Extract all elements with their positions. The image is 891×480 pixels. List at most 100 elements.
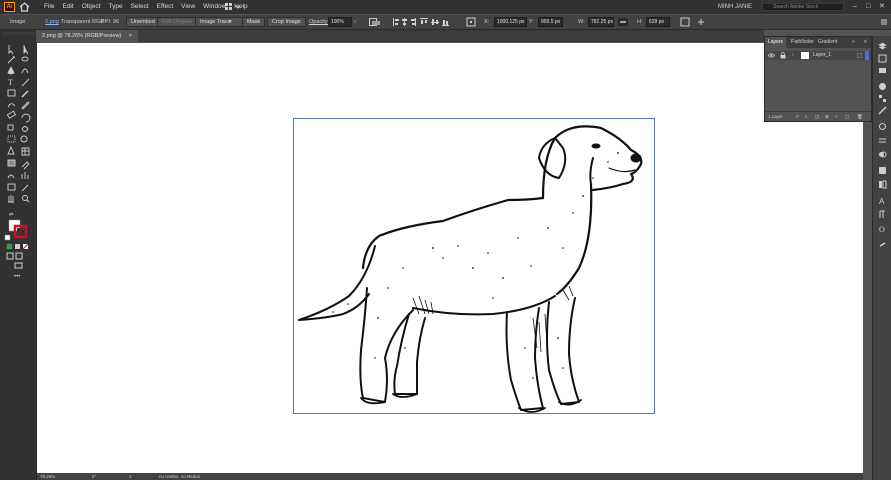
stock-search-input[interactable]: Search Adobe Stock xyxy=(762,3,844,11)
brushes-icon[interactable] xyxy=(878,106,887,115)
status-text: no Undos, no Redos xyxy=(159,474,201,479)
home-icon[interactable] xyxy=(19,2,30,12)
collapse-panel-icon[interactable]: » xyxy=(849,37,858,48)
rotate-tool-icon xyxy=(21,113,31,123)
layers-panel-icon[interactable] xyxy=(878,42,887,51)
document-tab-strip: 2.png @ 78.26% (RGB/Preview) × xyxy=(36,30,764,42)
locate-object-icon[interactable]: ⌕ xyxy=(805,112,808,122)
user-name[interactable]: MINH JANIE xyxy=(718,0,752,14)
appearance-icon[interactable] xyxy=(878,166,887,175)
curvature-tool-icon xyxy=(21,68,29,74)
menu-list: File Edit Object Type Select Effect View… xyxy=(40,0,252,14)
make-clipping-mask-icon[interactable]: ◫ xyxy=(815,112,819,122)
embed-button[interactable]: Unembed xyxy=(126,17,160,27)
menu-effect[interactable]: Effect xyxy=(153,0,178,14)
height-input[interactable]: 639 px xyxy=(646,17,670,27)
color-icon[interactable] xyxy=(878,82,887,91)
close-tab-icon[interactable]: × xyxy=(129,33,132,39)
close-window-button[interactable]: ✕ xyxy=(879,0,885,14)
width-input[interactable]: 782.25 px xyxy=(588,17,614,27)
align-icons[interactable] xyxy=(393,18,449,26)
mask-button[interactable]: Mask xyxy=(242,17,266,27)
free-transform-tool-icon xyxy=(7,135,16,143)
zoom-tool-icon xyxy=(22,195,28,201)
gradient-tool-icon xyxy=(7,159,16,167)
more-options-icon[interactable] xyxy=(696,17,706,27)
rectangle-tool-icon xyxy=(7,89,16,97)
tab-document[interactable]: 2.png @ 78.26% (RGB/Preview) × xyxy=(36,30,139,42)
rotation-value[interactable]: 0° xyxy=(92,473,96,480)
w-label: W: xyxy=(578,19,585,25)
delete-layer-icon[interactable]: 🗑 xyxy=(857,112,863,122)
draw-mode-icon xyxy=(6,252,14,260)
create-layer-icon[interactable]: + xyxy=(835,112,838,122)
layer-count: 1 Layer xyxy=(768,114,784,119)
menu-edit[interactable]: Edit xyxy=(58,0,77,14)
tab-layers[interactable]: Layers xyxy=(765,37,787,48)
change-screen-mode-icon xyxy=(14,262,23,269)
gradient-mode-icon xyxy=(15,244,20,249)
control-bar-menu-icon[interactable] xyxy=(880,18,888,26)
x-position-input[interactable]: 1000.125 px xyxy=(494,17,527,27)
type-tool-icon: T xyxy=(8,78,13,87)
menu-file[interactable]: File xyxy=(40,0,58,14)
layer-row[interactable]: › Layer_1 xyxy=(765,51,871,60)
swatches-icon[interactable] xyxy=(878,94,887,103)
character-icon[interactable]: A xyxy=(878,196,887,205)
paragraph-icon[interactable] xyxy=(878,210,887,219)
image-trace-button[interactable]: Image Trace xyxy=(195,17,244,27)
constrain-proportions-icon[interactable] xyxy=(618,18,628,26)
opacity-label[interactable]: Opacity: xyxy=(309,15,329,29)
visibility-eye-icon[interactable] xyxy=(768,53,775,58)
libraries-icon[interactable] xyxy=(878,54,887,63)
y-position-input[interactable]: 999.5 px xyxy=(538,17,563,27)
shape-icon[interactable] xyxy=(680,17,690,27)
graphic-styles-icon[interactable] xyxy=(878,180,887,189)
mesh-tool-icon xyxy=(21,147,30,156)
menu-object[interactable]: Object xyxy=(78,0,105,14)
menu-type[interactable]: Type xyxy=(104,0,126,14)
transparency-icon[interactable] xyxy=(878,150,887,159)
lock-icon[interactable] xyxy=(780,52,786,59)
opacity-input[interactable]: 100% xyxy=(328,17,352,27)
stroke-icon[interactable] xyxy=(878,136,887,145)
layer-color-indicator xyxy=(865,51,869,60)
perspective-grid-tool-icon xyxy=(7,145,15,155)
layer-name[interactable]: Layer_1 xyxy=(813,51,831,60)
export-icon[interactable]: ↗ xyxy=(795,112,799,122)
tools-panel: T ⇄ ••• xyxy=(0,30,37,480)
symbols-icon[interactable] xyxy=(878,122,887,131)
opacity-arrow-icon[interactable]: › xyxy=(354,15,356,29)
edit-toolbar-icon: ••• xyxy=(14,274,20,280)
recolor-icon[interactable] xyxy=(369,18,381,26)
image-trace-dropdown-icon[interactable]: ▾ xyxy=(229,15,232,29)
dog-illustration[interactable] xyxy=(293,118,655,414)
tab-pathfinder[interactable]: Pathfinder xyxy=(788,37,817,48)
properties-icon[interactable] xyxy=(878,66,887,75)
crop-image-button[interactable]: Crop Image xyxy=(267,17,306,27)
target-circle-icon[interactable] xyxy=(857,53,862,58)
svg-text:O: O xyxy=(879,225,885,233)
panel-menu-icon[interactable]: ≡ xyxy=(861,37,870,48)
create-sublayer-icon[interactable]: ⊞ xyxy=(825,112,829,122)
layers-footer: 1 Layer ↗ ⌕ ◫ ⊞ + ▢ 🗑 xyxy=(765,111,871,122)
lasso-tool-icon xyxy=(21,56,29,62)
artboard-number[interactable]: 1 xyxy=(129,473,132,480)
tab-gradient[interactable]: Gradient xyxy=(815,37,840,48)
edit-original-button[interactable]: Edit Original xyxy=(157,17,197,27)
zoom-level[interactable]: 78.26% xyxy=(40,473,55,480)
linked-file-name[interactable]: 2.png xyxy=(45,15,59,29)
h-label: H: xyxy=(637,19,643,25)
workspace-switcher-icon[interactable] xyxy=(225,3,241,11)
eyedropper-tool-icon xyxy=(21,161,30,170)
menu-view[interactable]: View xyxy=(177,0,199,14)
minimize-button[interactable]: – xyxy=(853,0,857,14)
expand-layer-icon[interactable]: › xyxy=(792,51,794,60)
links-icon[interactable] xyxy=(878,240,887,249)
new-layer-icon[interactable]: ▢ xyxy=(845,112,849,122)
maximize-button[interactable]: □ xyxy=(866,0,870,14)
pen-tool-icon xyxy=(7,65,15,75)
opentype-icon[interactable]: O xyxy=(878,224,887,233)
menu-select[interactable]: Select xyxy=(127,0,153,14)
transform-grid-icon[interactable] xyxy=(466,17,476,27)
